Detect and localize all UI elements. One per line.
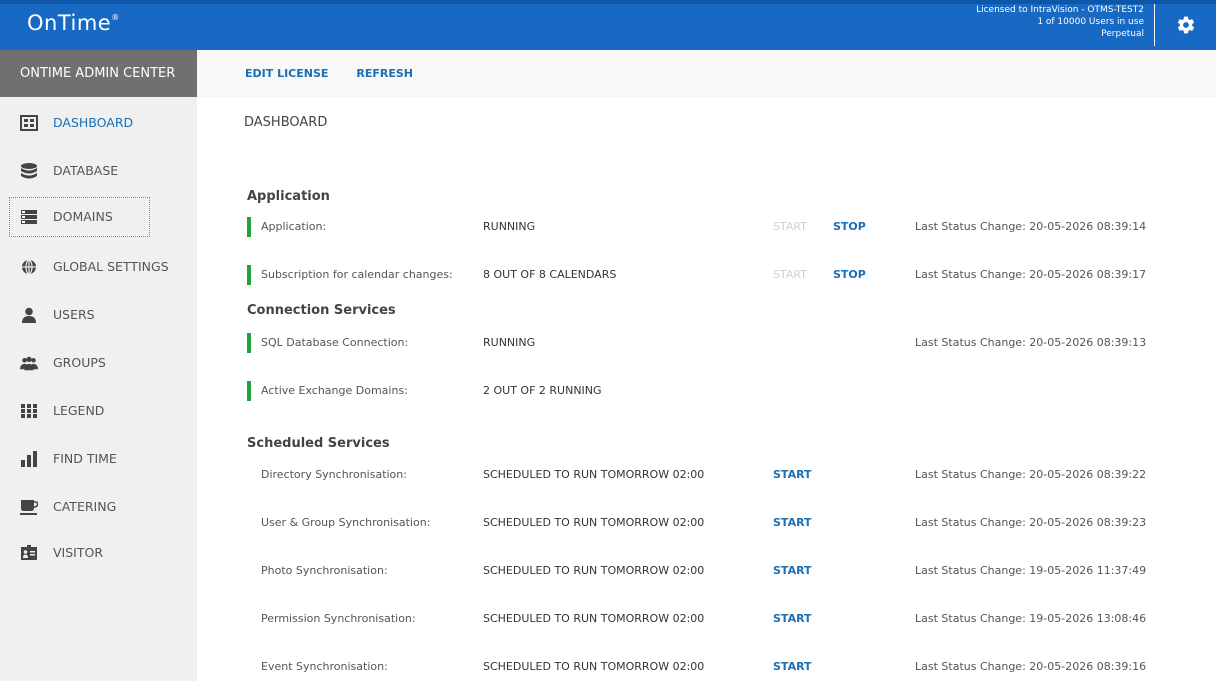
sidebar-item-label: DASHBOARD — [53, 115, 134, 130]
toolbar: EDIT LICENSE REFRESH — [197, 50, 1216, 97]
status-row-subscription: Subscription for calendar changes: 8 OUT… — [247, 263, 1207, 287]
service-status: RUNNING — [483, 220, 536, 233]
last-status-change: Last Status Change: 19-05-2026 13:08:46 — [915, 612, 1147, 625]
refresh-link[interactable]: REFRESH — [356, 67, 413, 80]
sidebar-item-label: GLOBAL SETTINGS — [53, 259, 169, 274]
service-status: SCHEDULED TO RUN TOMORROW 02:00 — [483, 612, 705, 625]
sidebar-item-catering[interactable]: CATERING — [0, 487, 197, 527]
admin-center-title: ONTIME ADMIN CENTER — [0, 50, 197, 97]
start-button: START — [773, 268, 807, 281]
start-button[interactable]: START — [773, 564, 812, 577]
sidebar-item-global-settings[interactable]: GLOBAL SETTINGS — [0, 247, 197, 287]
start-button: START — [773, 220, 807, 233]
service-status: SCHEDULED TO RUN TOMORROW 02:00 — [483, 660, 705, 673]
status-row-photo-sync: Photo Synchronisation: SCHEDULED TO RUN … — [247, 559, 1207, 583]
section-title-connection: Connection Services — [247, 303, 396, 318]
last-status-change: Last Status Change: 20-05-2026 08:39:23 — [915, 516, 1147, 529]
sidebar-item-label: DOMAINS — [53, 209, 113, 224]
service-status: SCHEDULED TO RUN TOMORROW 02:00 — [483, 468, 705, 481]
sidebar: DASHBOARD DATABASE DOMAINS GLOBAL SETTIN… — [0, 97, 197, 681]
start-button[interactable]: START — [773, 660, 812, 673]
service-status: 8 OUT OF 8 CALENDARS — [483, 268, 617, 281]
database-icon — [21, 163, 37, 179]
service-name: Active Exchange Domains: — [261, 384, 408, 397]
service-name: Subscription for calendar changes: — [261, 268, 453, 281]
license-info: Licensed to IntraVision - OTMS-TEST2 1 o… — [976, 4, 1144, 40]
stop-button[interactable]: STOP — [833, 220, 866, 233]
last-status-change: Last Status Change: 20-05-2026 08:39:14 — [915, 220, 1147, 233]
last-status-change: Last Status Change: 20-05-2026 08:39:17 — [915, 268, 1147, 281]
section-title-scheduled: Scheduled Services — [247, 436, 390, 451]
running-indicator — [247, 333, 251, 353]
sidebar-item-visitor[interactable]: VISITOR — [0, 533, 197, 573]
status-row-directory-sync: Directory Synchronisation: SCHEDULED TO … — [247, 463, 1207, 487]
sidebar-item-label: USERS — [53, 307, 95, 322]
logo-registered-mark: ® — [111, 13, 120, 22]
status-row-permission-sync: Permission Synchronisation: SCHEDULED TO… — [247, 607, 1207, 631]
main-content: DASHBOARD Application Application: RUNNI… — [197, 97, 1216, 681]
start-button[interactable]: START — [773, 516, 812, 529]
last-status-change: Last Status Change: 20-05-2026 08:39:13 — [915, 336, 1147, 349]
sidebar-item-users[interactable]: USERS — [0, 295, 197, 335]
edit-license-link[interactable]: EDIT LICENSE — [245, 67, 328, 80]
service-name: Event Synchronisation: — [261, 660, 388, 673]
sidebar-item-legend[interactable]: LEGEND — [0, 391, 197, 431]
sidebar-item-label: FIND TIME — [53, 451, 117, 466]
ontime-logo[interactable]: OnTime® — [27, 11, 120, 35]
sidebar-item-label: CATERING — [53, 499, 117, 514]
service-name: Directory Synchronisation: — [261, 468, 407, 481]
dashboard-icon — [20, 115, 38, 131]
start-button[interactable]: START — [773, 612, 812, 625]
running-indicator — [247, 381, 251, 401]
running-indicator — [247, 217, 251, 237]
last-status-change: Last Status Change: 19-05-2026 11:37:49 — [915, 564, 1147, 577]
bar-chart-icon — [21, 451, 37, 467]
gear-icon — [1177, 16, 1194, 34]
running-indicator — [247, 265, 251, 285]
status-row-event-sync: Event Synchronisation: SCHEDULED TO RUN … — [247, 655, 1207, 679]
service-status: RUNNING — [483, 336, 536, 349]
license-type: Perpetual — [1101, 29, 1144, 39]
groups-icon — [20, 356, 38, 371]
sidebar-item-label: DATABASE — [53, 163, 119, 178]
settings-button[interactable] — [1154, 4, 1216, 46]
section-title-application: Application — [247, 189, 330, 204]
service-name: SQL Database Connection: — [261, 336, 409, 349]
page-title: DASHBOARD — [244, 115, 328, 130]
service-name: Permission Synchronisation: — [261, 612, 416, 625]
sidebar-item-domains[interactable]: DOMAINS — [9, 197, 150, 237]
service-name: Application: — [261, 220, 327, 233]
service-name: Photo Synchronisation: — [261, 564, 388, 577]
status-row-user-group-sync: User & Group Synchronisation: SCHEDULED … — [247, 511, 1207, 535]
legend-icon — [21, 404, 37, 418]
service-status: SCHEDULED TO RUN TOMORROW 02:00 — [483, 564, 705, 577]
top-bar: OnTime® Licensed to IntraVision - OTMS-T… — [0, 0, 1216, 50]
stop-button[interactable]: STOP — [833, 268, 866, 281]
sidebar-item-label: GROUPS — [53, 355, 106, 370]
visitor-badge-icon — [21, 545, 37, 560]
service-status: SCHEDULED TO RUN TOMORROW 02:00 — [483, 516, 705, 529]
start-button[interactable]: START — [773, 468, 812, 481]
status-row-exchange: Active Exchange Domains: 2 OUT OF 2 RUNN… — [247, 379, 1207, 403]
domains-icon — [21, 210, 37, 224]
sidebar-item-label: LEGEND — [53, 403, 105, 418]
sidebar-item-dashboard[interactable]: DASHBOARD — [0, 103, 197, 143]
license-holder: Licensed to IntraVision - OTMS-TEST2 — [976, 5, 1144, 15]
sidebar-item-label: VISITOR — [53, 545, 104, 560]
service-name: User & Group Synchronisation: — [261, 516, 431, 529]
sidebar-item-database[interactable]: DATABASE — [0, 151, 197, 191]
status-row-application: Application: RUNNING START STOP Last Sta… — [247, 215, 1207, 239]
cup-icon — [20, 500, 38, 515]
service-status: 2 OUT OF 2 RUNNING — [483, 384, 602, 397]
sidebar-item-find-time[interactable]: FIND TIME — [0, 439, 197, 479]
last-status-change: Last Status Change: 20-05-2026 08:39:16 — [915, 660, 1147, 673]
last-status-change: Last Status Change: 20-05-2026 08:39:22 — [915, 468, 1147, 481]
globe-icon — [22, 259, 36, 275]
sidebar-item-groups[interactable]: GROUPS — [0, 343, 197, 383]
status-row-sql: SQL Database Connection: RUNNING Last St… — [247, 331, 1207, 355]
user-icon — [22, 307, 36, 323]
license-usage: 1 of 10000 Users in use — [1037, 17, 1144, 27]
